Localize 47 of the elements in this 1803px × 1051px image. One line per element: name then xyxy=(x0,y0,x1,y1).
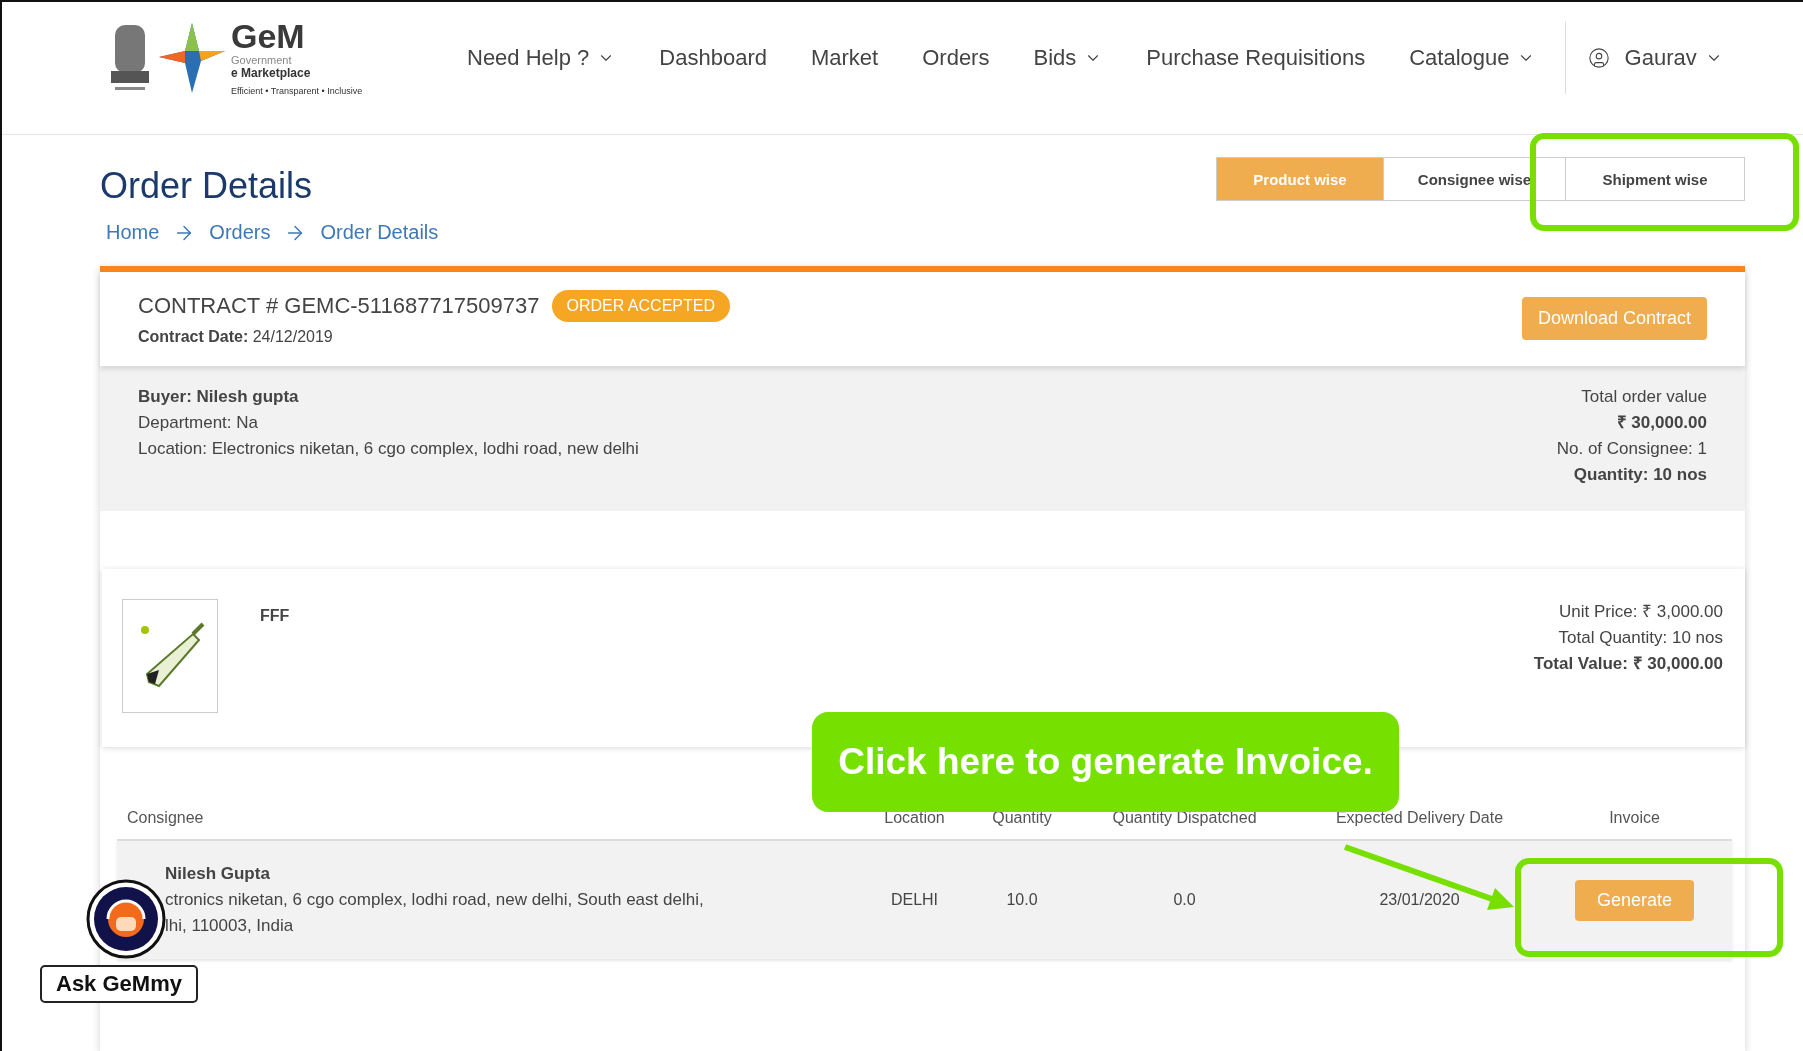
status-badge: ORDER ACCEPTED xyxy=(551,290,730,322)
nav-link[interactable]: Purchase Requisitions xyxy=(1146,45,1366,71)
consignee-count: No. of Consignee: 1 xyxy=(1556,438,1707,460)
callout-banner: Click here to generate Invoice. xyxy=(812,712,1399,812)
consignee-address: ctronics niketan, 6 cgo complex, lodhi road, new delhi, South east delhi, xyxy=(165,889,705,911)
column-header: Location xyxy=(883,809,946,828)
nav-link[interactable]: Market xyxy=(810,45,879,71)
nav-link[interactable]: Bids xyxy=(1033,45,1103,71)
consignee-name: Nilesh Gupta xyxy=(165,863,271,885)
unit-price: Unit Price: ₹ 3,000.00 xyxy=(1557,601,1723,623)
breadcrumb-link[interactable]: Order Details xyxy=(320,221,439,244)
table-cell-text: 10.0 xyxy=(1005,891,1039,909)
nav-link[interactable]: Dashboard xyxy=(659,45,767,71)
nav-link[interactable]: Orders xyxy=(922,45,990,71)
breadcrumb-link[interactable]: Home xyxy=(106,221,160,244)
user-menu[interactable]: Gaurav xyxy=(1588,45,1723,71)
ask-assistant-button[interactable]: Ask GeMmy xyxy=(40,965,198,1003)
total-value: ₹ 30,000.00 xyxy=(1615,412,1707,434)
table-cell-text: 23/01/2020 xyxy=(1378,891,1461,909)
page-title: Order Details xyxy=(100,165,314,207)
table-cell-text: DELHI xyxy=(889,891,940,909)
nav-link[interactable]: Need Help ? xyxy=(467,45,616,71)
logo-tagline: Efficient • Transparent • Inclusive xyxy=(231,87,363,97)
column-header: Quantity Dispatched xyxy=(1111,809,1258,828)
column-header: Quantity xyxy=(991,809,1053,828)
total-label: Total order value xyxy=(1580,386,1707,408)
contract-number: CONTRACT # GEMC-511687717509737 xyxy=(138,293,540,319)
buyer-name: Buyer: Nilesh gupta xyxy=(138,386,300,408)
location-text: Location: Electronics niketan, 6 cgo complex, lodhi road, new delhi xyxy=(138,438,639,460)
table-cell-text: 0.0 xyxy=(1172,891,1197,909)
nav-link[interactable]: Catalogue xyxy=(1409,45,1536,71)
total-quantity: Total Quantity: 10 nos xyxy=(1557,627,1723,649)
support-agent-icon[interactable] xyxy=(86,879,166,959)
column-header: Consignee xyxy=(126,809,205,828)
logo-subtitle: e Marketplace xyxy=(231,66,312,80)
column-header: Invoice xyxy=(1608,809,1661,828)
department-text: Department: Na xyxy=(138,412,259,434)
total-value: Total Value: ₹ 30,000.00 xyxy=(1533,653,1723,675)
quantity-text: Quantity: 10 nos xyxy=(1572,464,1707,486)
column-header: Expected Delivery Date xyxy=(1334,809,1505,828)
logo-wordmark: GeM xyxy=(231,19,306,56)
contract-date: Contract Date: 24/12/2019 xyxy=(138,328,334,346)
logo-subtitle: Government xyxy=(231,55,293,67)
breadcrumb-link[interactable]: Orders xyxy=(209,221,271,244)
product-name: FFF xyxy=(260,607,290,626)
consignee-address: lhi, 110003, India xyxy=(165,915,295,937)
user-icon xyxy=(1588,47,1611,69)
